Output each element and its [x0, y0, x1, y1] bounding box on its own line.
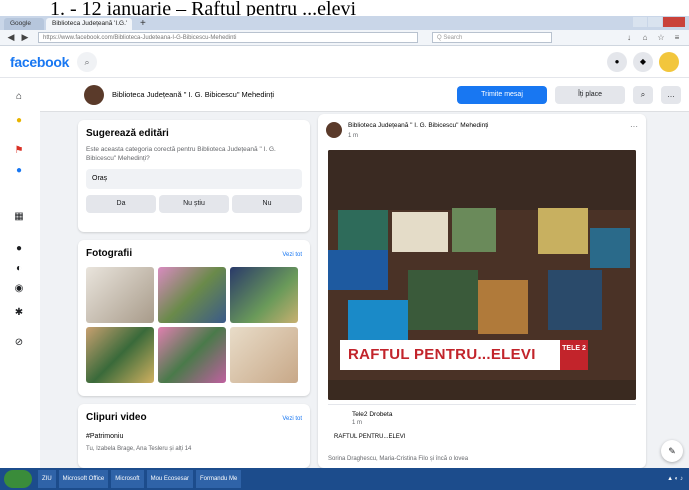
- post-author-avatar[interactable]: [326, 122, 342, 138]
- like-page-button[interactable]: Îți place: [555, 85, 625, 104]
- shared-link[interactable]: Tele2 Drobeta 1 m RAFTUL PENTRU...ELEVI: [328, 404, 636, 452]
- header-actions: ● ◆: [601, 51, 679, 72]
- download-icon[interactable]: ↓: [621, 33, 637, 42]
- browser-search-input[interactable]: Q Search: [432, 32, 552, 43]
- dont-know-button[interactable]: Nu știu: [159, 195, 229, 213]
- shared-link-text: RAFTUL PENTRU...ELEVI: [334, 434, 406, 440]
- taskbar-item[interactable]: Mou Ecosesar: [146, 470, 193, 488]
- messenger-icon[interactable]: ●: [607, 51, 627, 72]
- taskbar-item[interactable]: ZIU: [38, 470, 56, 488]
- compose-icon[interactable]: ✎: [661, 440, 683, 462]
- address-bar: ◀ ▶ https://www.facebook.com/Biblioteca-…: [0, 30, 689, 46]
- suggest-question: Este aceasta categoria corectă pentru Bi…: [86, 146, 276, 162]
- post-time[interactable]: 1 m: [348, 133, 488, 139]
- bookmark-icon[interactable]: ☆: [653, 33, 669, 42]
- send-message-button[interactable]: Trimite mesaj: [457, 85, 547, 104]
- people-icon[interactable]: ●: [12, 242, 26, 256]
- no-button[interactable]: Nu: [232, 195, 302, 213]
- marketplace-icon[interactable]: ◉: [12, 282, 26, 296]
- system-tray[interactable]: ▲ ◐ ♪: [667, 476, 689, 482]
- watch-icon[interactable]: ◐: [12, 262, 26, 276]
- video-hashtag[interactable]: #Patrimoniu: [86, 433, 302, 440]
- back-icon[interactable]: ◀: [4, 32, 18, 43]
- photos-card: Fotografii Vezi tot: [78, 240, 310, 396]
- post-banner-text: RAFTUL PENTRU...ELEVI: [340, 340, 560, 370]
- post-header: Biblioteca Județeană " I. G. Bibicescu" …: [318, 114, 646, 147]
- memories-icon[interactable]: ●: [12, 114, 26, 128]
- video-likes[interactable]: Tu, Izabela Brage, Ana Tesleru și alți 1…: [86, 446, 302, 452]
- browser-tabbar: Google Biblioteca Județeană 'I.G.' +: [0, 16, 689, 30]
- groups-icon[interactable]: ●: [12, 164, 26, 178]
- post-options-icon[interactable]: ···: [630, 122, 638, 131]
- post-card: Biblioteca Județeană " I. G. Bibicescu" …: [318, 114, 646, 468]
- photo-thumbnail[interactable]: [158, 267, 226, 323]
- videos-title: Clipuri video: [86, 412, 147, 423]
- photo-thumbnail[interactable]: [230, 267, 298, 323]
- photos-title: Fotografii: [86, 248, 133, 259]
- yes-button[interactable]: Da: [86, 195, 156, 213]
- avatar[interactable]: [659, 51, 679, 72]
- page-search-icon[interactable]: ⌕: [633, 85, 653, 104]
- home-icon[interactable]: ⌂: [637, 33, 653, 42]
- left-sidebar: ⌂ ● ⚑ ● ▦ ● ◐ ◉ ✱ ⊘: [0, 78, 40, 468]
- maximize-icon[interactable]: [648, 17, 662, 27]
- close-icon[interactable]: [663, 17, 685, 27]
- browser-toolbar: ↓ ⌂ ☆ ≡: [621, 33, 685, 42]
- link-icon[interactable]: ⊘: [12, 336, 26, 350]
- tele2-logo: TELE 2: [560, 340, 588, 370]
- taskbar: ZIU Microsoft Office Microsoft Mou Ecose…: [0, 468, 689, 490]
- more-icon[interactable]: …: [661, 85, 681, 104]
- grid-icon[interactable]: ▦: [12, 210, 26, 224]
- browser-tab-facebook[interactable]: Biblioteca Județeană 'I.G.': [46, 18, 132, 30]
- suggest-buttons: Da Nu știu Nu: [86, 195, 302, 213]
- taskbar-item[interactable]: Microsoft Office: [58, 470, 109, 488]
- videos-see-all-link[interactable]: Vezi tot: [282, 416, 302, 422]
- suggest-title: Sugerează editări: [86, 128, 169, 139]
- post-likes[interactable]: Sorina Draghescu, Maria-Cristina Filo și…: [328, 456, 468, 462]
- new-tab-icon[interactable]: +: [134, 18, 152, 30]
- url-input[interactable]: https://www.facebook.com/Biblioteca-Jude…: [38, 32, 418, 43]
- photo-thumbnail[interactable]: [230, 327, 298, 383]
- games-icon[interactable]: ✱: [12, 306, 26, 320]
- facebook-header: facebook ⌕ ● ◆: [0, 46, 689, 78]
- suggest-edits-card: Sugerează editări Este aceasta categoria…: [78, 120, 310, 232]
- search-icon[interactable]: ⌕: [77, 51, 98, 72]
- taskbar-item[interactable]: Formandu Me: [195, 470, 242, 488]
- photo-thumbnail[interactable]: [158, 327, 226, 383]
- minimize-icon[interactable]: [633, 17, 647, 27]
- category-value: Oraș: [86, 169, 302, 189]
- photos-see-all-link[interactable]: Vezi tot: [282, 252, 302, 258]
- facebook-logo[interactable]: facebook: [10, 54, 69, 70]
- photo-thumbnail[interactable]: [86, 267, 154, 323]
- home-icon[interactable]: ⌂: [12, 90, 26, 104]
- window-controls: [632, 17, 685, 27]
- page-name[interactable]: Biblioteca Județeană " I. G. Bibicescu" …: [112, 90, 274, 99]
- shared-link-time: 1 m: [352, 420, 363, 426]
- photo-thumbnail[interactable]: [86, 327, 154, 383]
- start-button[interactable]: [4, 470, 32, 488]
- page-avatar[interactable]: [84, 84, 104, 105]
- shared-link-name[interactable]: Tele2 Drobeta: [352, 411, 630, 418]
- post-author[interactable]: Biblioteca Județeană " I. G. Bibicescu" …: [348, 122, 488, 129]
- notifications-icon[interactable]: ◆: [633, 51, 653, 72]
- browser-tab-google[interactable]: Google: [4, 18, 44, 30]
- flag-icon[interactable]: ⚑: [12, 144, 26, 158]
- taskbar-item[interactable]: Microsoft: [111, 470, 144, 488]
- page-header-bar: Biblioteca Județeană " I. G. Bibicescu" …: [40, 78, 689, 112]
- main-content: Biblioteca Județeană " I. G. Bibicescu" …: [40, 78, 689, 468]
- photo-grid: [86, 267, 302, 383]
- menu-icon[interactable]: ≡: [669, 33, 685, 42]
- videos-card: Clipuri video Vezi tot #Patrimoniu Tu, I…: [78, 404, 310, 468]
- forward-icon[interactable]: ▶: [18, 32, 32, 43]
- post-image[interactable]: RAFTUL PENTRU...ELEVI TELE 2: [328, 150, 636, 400]
